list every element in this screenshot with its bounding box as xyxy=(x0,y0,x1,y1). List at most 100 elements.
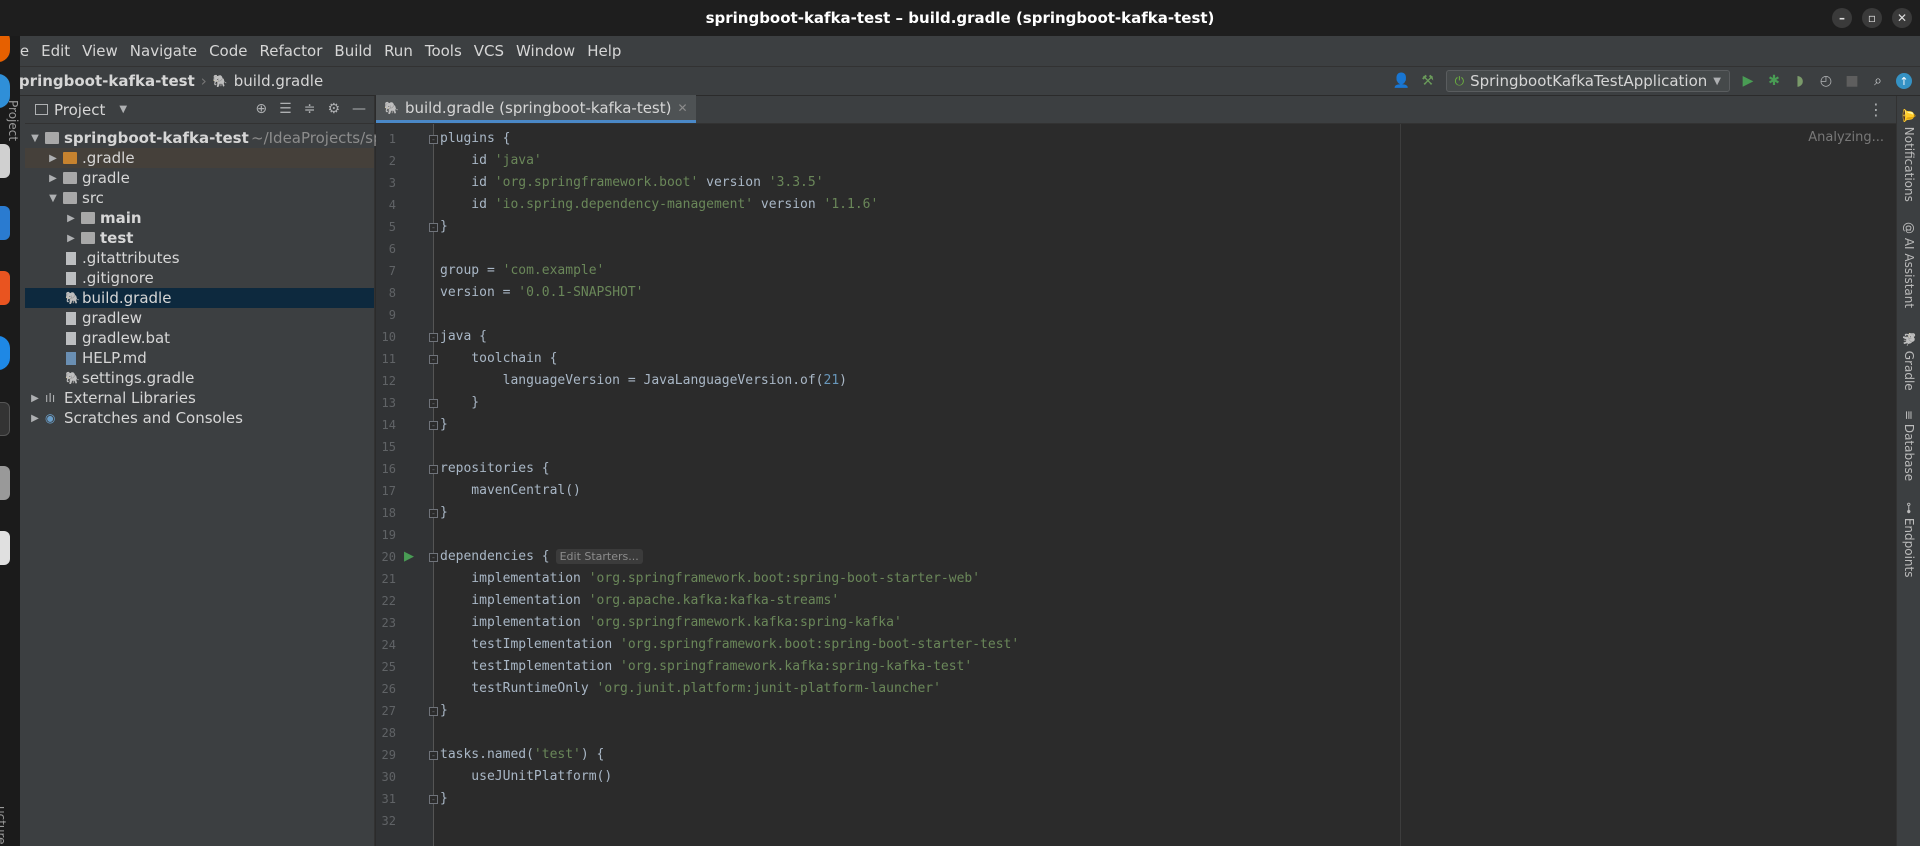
debug-icon[interactable]: ✱ xyxy=(1766,73,1782,89)
chevron-right-icon[interactable]: ▶ xyxy=(65,233,77,244)
fold-marker-icon[interactable]: - xyxy=(429,421,438,430)
stop-icon[interactable]: ■ xyxy=(1844,73,1860,89)
hide-icon[interactable]: — xyxy=(352,101,366,117)
tree-item-settings-gradle[interactable]: 🐘 settings.gradle xyxy=(25,368,374,388)
gear-icon[interactable]: ⚙ xyxy=(327,101,340,117)
chevron-right-icon[interactable]: ▶ xyxy=(29,393,41,404)
line-number: 31 xyxy=(381,792,396,806)
app-icon-doc[interactable] xyxy=(0,531,10,565)
endpoints-tool-window-tab[interactable]: ⊶ Endpoints xyxy=(1902,502,1916,578)
menu-code[interactable]: Code xyxy=(203,42,253,60)
tree-item-label: springboot-kafka-test xyxy=(64,129,249,147)
tree-item-root[interactable]: ▼ springboot-kafka-test ~/IdeaProjects/s… xyxy=(25,128,402,148)
gradle-tool-window-tab[interactable]: 🐘 Gradle xyxy=(1902,332,1916,391)
fold-marker-icon[interactable]: - xyxy=(429,707,438,716)
project-panel-title[interactable]: Project xyxy=(54,101,105,119)
close-button[interactable]: ✕ xyxy=(1892,8,1912,28)
expand-all-icon[interactable]: ☰ xyxy=(279,101,292,117)
tree-item-dot-gradle[interactable]: ▶ .gradle xyxy=(25,148,374,168)
markdown-file-icon xyxy=(66,351,76,365)
tree-item-label: HELP.md xyxy=(82,349,147,367)
locate-icon[interactable]: ⊕ xyxy=(255,101,267,117)
app-icon-ide[interactable] xyxy=(0,466,10,500)
tree-item-main[interactable]: ▶ main xyxy=(25,208,374,228)
chevron-right-icon[interactable]: ▶ xyxy=(29,413,41,424)
line-number: 28 xyxy=(381,726,396,740)
chevron-right-icon[interactable]: ▶ xyxy=(47,153,59,164)
menu-navigate[interactable]: Navigate xyxy=(124,42,203,60)
menu-help[interactable]: Help xyxy=(581,42,627,60)
fold-marker-icon[interactable]: - xyxy=(429,333,438,342)
tree-item-gitattributes[interactable]: .gitattributes xyxy=(25,248,374,268)
menu-vcs[interactable]: VCS xyxy=(468,42,510,60)
maximize-button[interactable]: ▫ xyxy=(1862,8,1882,28)
run-icon[interactable]: ▶ xyxy=(1740,73,1756,89)
firefox-icon[interactable] xyxy=(0,36,10,62)
database-tool-window-tab[interactable]: ≡ Database xyxy=(1902,410,1916,481)
tree-item-label: test xyxy=(100,229,134,247)
search-icon[interactable]: ⌕ xyxy=(1870,73,1886,89)
tree-item-gradlew[interactable]: gradlew xyxy=(25,308,374,328)
line-number: 10 xyxy=(381,330,396,344)
app-icon-help[interactable] xyxy=(0,336,10,370)
tree-item-build-gradle[interactable]: 🐘 build.gradle xyxy=(25,288,374,308)
tree-item-external-libraries[interactable]: ▶ ıIı External Libraries xyxy=(25,388,374,408)
tab-build-gradle[interactable]: 🐘 build.gradle (springboot-kafka-test) ✕ xyxy=(376,95,696,123)
tree-item-help-md[interactable]: HELP.md xyxy=(25,348,374,368)
build-hammer-icon[interactable]: ⚒ xyxy=(1420,73,1436,89)
structure-tool-window-tab[interactable]: ucture xyxy=(0,806,8,845)
menu-view[interactable]: View xyxy=(76,42,124,60)
fold-marker-icon[interactable]: - xyxy=(429,135,438,144)
fold-marker-icon[interactable]: - xyxy=(429,399,438,408)
tree-item-gradlew-bat[interactable]: gradlew.bat xyxy=(25,328,374,348)
app-icon-files[interactable] xyxy=(0,206,10,240)
project-tool-window-tab[interactable]: Project xyxy=(6,100,20,141)
more-vertical-icon[interactable]: ⋮ xyxy=(1868,100,1884,119)
chevron-right-icon[interactable]: ▶ xyxy=(65,213,77,224)
breadcrumb-file[interactable]: build.gradle xyxy=(234,72,323,90)
menu-edit[interactable]: Edit xyxy=(35,42,76,60)
project-panel-header: Project ▼ ⊕ ☰ ≑ ⚙ — xyxy=(25,96,374,124)
menu-refactor[interactable]: Refactor xyxy=(253,42,328,60)
chevron-down-icon[interactable]: ▼ xyxy=(119,104,127,115)
tree-item-test[interactable]: ▶ test xyxy=(25,228,374,248)
run-configuration-select[interactable]: ⏻ SpringbootKafkaTestApplication ▼ xyxy=(1445,70,1730,92)
fold-marker-icon[interactable]: - xyxy=(429,553,438,562)
fold-marker-icon[interactable]: - xyxy=(429,795,438,804)
minimize-button[interactable]: – xyxy=(1832,8,1852,28)
coverage-icon[interactable]: ◗ xyxy=(1792,73,1808,89)
tree-item-scratches[interactable]: ▶ ◉ Scratches and Consoles xyxy=(25,408,374,428)
menu-window[interactable]: Window xyxy=(510,42,581,60)
fold-marker-icon[interactable]: - xyxy=(429,355,438,364)
user-icon[interactable]: 👤 xyxy=(1393,73,1410,89)
collapse-all-icon[interactable]: ≑ xyxy=(304,101,316,117)
breadcrumb-project[interactable]: springboot-kafka-test xyxy=(10,72,195,90)
chevron-down-icon[interactable]: ▼ xyxy=(29,133,41,144)
fold-marker-icon[interactable]: - xyxy=(429,509,438,518)
update-icon[interactable]: ↑ xyxy=(1896,73,1912,89)
fold-marker-icon[interactable]: - xyxy=(429,751,438,760)
ai-assistant-tool-window-tab[interactable]: @ AI Assistant xyxy=(1902,222,1916,308)
close-icon[interactable]: ✕ xyxy=(677,101,687,115)
fold-marker-icon[interactable]: - xyxy=(429,465,438,474)
gradle-file-icon: 🐘 xyxy=(212,74,228,88)
app-icon-light[interactable] xyxy=(0,144,10,178)
tree-item-gradle[interactable]: ▶ gradle xyxy=(25,168,374,188)
tree-item-src[interactable]: ▼ src xyxy=(25,188,374,208)
chevron-down-icon[interactable]: ▼ xyxy=(47,193,59,204)
ai-assistant-icon: @ xyxy=(1902,222,1916,238)
notifications-tool-window-tab[interactable]: 🔔 Notifications xyxy=(1902,108,1916,202)
tree-item-gitignore[interactable]: .gitignore xyxy=(25,268,374,288)
run-gutter-icon[interactable]: ▶ xyxy=(404,549,414,564)
menu-run[interactable]: Run xyxy=(378,42,419,60)
app-icon-terminal[interactable] xyxy=(0,402,10,436)
app-icon-orange[interactable] xyxy=(0,271,10,305)
profiler-icon[interactable]: ◴ xyxy=(1818,73,1834,89)
menu-tools[interactable]: Tools xyxy=(419,42,468,60)
menu-build[interactable]: Build xyxy=(328,42,378,60)
edit-starters-hint[interactable]: Edit Starters... xyxy=(555,549,643,564)
line-number: 20 xyxy=(381,550,396,564)
chevron-right-icon[interactable]: ▶ xyxy=(47,173,59,184)
fold-marker-icon[interactable]: - xyxy=(429,223,438,232)
code-line: testImplementation 'org.springframework.… xyxy=(440,637,1020,652)
